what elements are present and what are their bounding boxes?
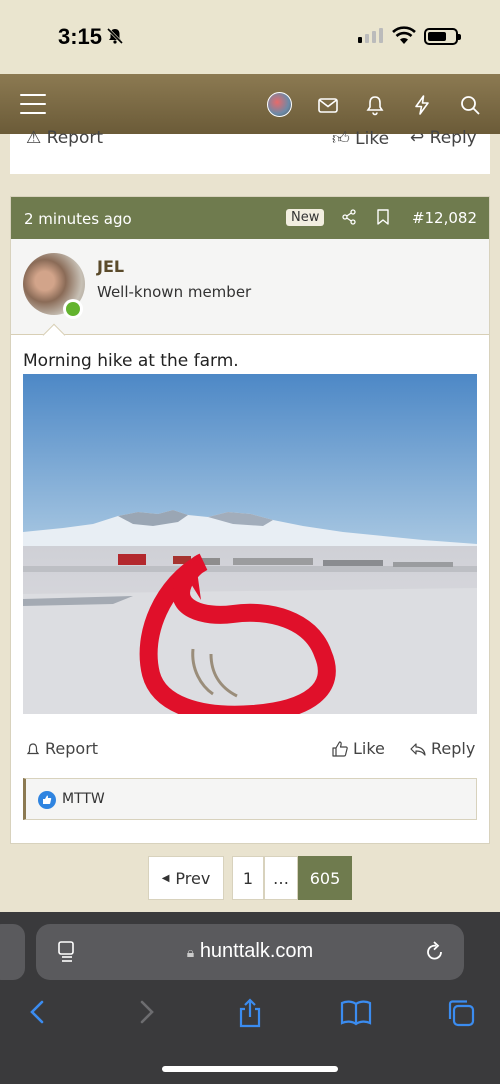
mail-icon[interactable]: [317, 94, 339, 116]
like-reaction-icon: [38, 791, 56, 809]
reload-icon[interactable]: [424, 940, 446, 964]
page-jump-button[interactable]: …: [264, 856, 298, 900]
post-header: 2 minutes ago New #12,082: [11, 197, 489, 239]
status-time: 3:15: [58, 24, 103, 49]
share-icon[interactable]: [341, 209, 357, 225]
prev-reply-link[interactable]: ↩ Reply: [410, 128, 477, 148]
address-bar[interactable]: 🔒︎ hunttalk.com: [36, 924, 464, 980]
page-1-button[interactable]: 1: [232, 856, 264, 900]
tabs-icon[interactable]: [446, 998, 476, 1028]
user-name[interactable]: JEL: [97, 257, 124, 276]
menu-icon[interactable]: [20, 94, 46, 114]
reply-button[interactable]: Reply: [409, 739, 475, 758]
url-text: hunttalk.com: [199, 940, 314, 962]
chevron-left-icon: ◀: [161, 872, 170, 884]
report-link[interactable]: Report: [25, 739, 98, 758]
user-block: JEL Well-known member: [11, 239, 489, 347]
online-status-icon: [63, 299, 83, 319]
post-actions: Report Like Reply: [11, 739, 489, 763]
home-indicator: [162, 1066, 338, 1072]
wifi-icon: [392, 26, 416, 44]
page-current[interactable]: 605: [298, 856, 352, 900]
message-arrow: [42, 323, 66, 347]
previous-post: ⚠ Report 👍︎ Like ↩ Reply: [10, 128, 490, 174]
post: 2 minutes ago New #12,082 JEL Well-known…: [10, 196, 490, 844]
post-time[interactable]: 2 minutes ago: [24, 210, 132, 228]
pagination: ◀ Prev 1 … 605: [148, 856, 352, 900]
bookmark-icon[interactable]: [376, 209, 390, 225]
bell-icon[interactable]: [364, 94, 386, 116]
thumbs-up-icon: [332, 740, 348, 757]
prev-page-button[interactable]: ◀ Prev: [148, 856, 224, 900]
previous-tab[interactable]: [0, 924, 25, 980]
user-title: Well-known member: [97, 283, 252, 301]
battery-icon: [424, 28, 461, 45]
avatar[interactable]: [267, 92, 292, 117]
post-text: Morning hike at the farm.: [23, 351, 239, 371]
bell-off-icon: [106, 27, 124, 45]
share-sheet-icon[interactable]: [236, 998, 264, 1028]
reactions-bar[interactable]: MTTW: [23, 778, 477, 820]
forward-icon[interactable]: [134, 998, 158, 1026]
prev-report-link[interactable]: ⚠ Report: [26, 128, 103, 148]
reaction-users[interactable]: MTTW: [62, 791, 105, 807]
post-number[interactable]: #12,082: [412, 209, 477, 227]
status-bar: 3:15: [0, 0, 500, 74]
reply-icon: [410, 742, 426, 756]
lock-icon: 🔒︎: [186, 944, 195, 960]
new-badge: New: [286, 209, 325, 226]
like-button[interactable]: Like: [331, 739, 385, 758]
prev-like-link[interactable]: 👍︎ Like: [332, 128, 389, 149]
back-icon[interactable]: [26, 998, 50, 1026]
signal-icon: [358, 28, 383, 43]
bookmarks-icon[interactable]: [340, 998, 372, 1026]
bolt-icon[interactable]: [411, 94, 433, 116]
app-header: [0, 74, 500, 134]
browser-bottom-bar: 🔒︎ hunttalk.com: [0, 912, 500, 1084]
warning-icon: [26, 742, 40, 754]
post-image[interactable]: [23, 374, 477, 714]
search-icon[interactable]: [459, 94, 481, 116]
